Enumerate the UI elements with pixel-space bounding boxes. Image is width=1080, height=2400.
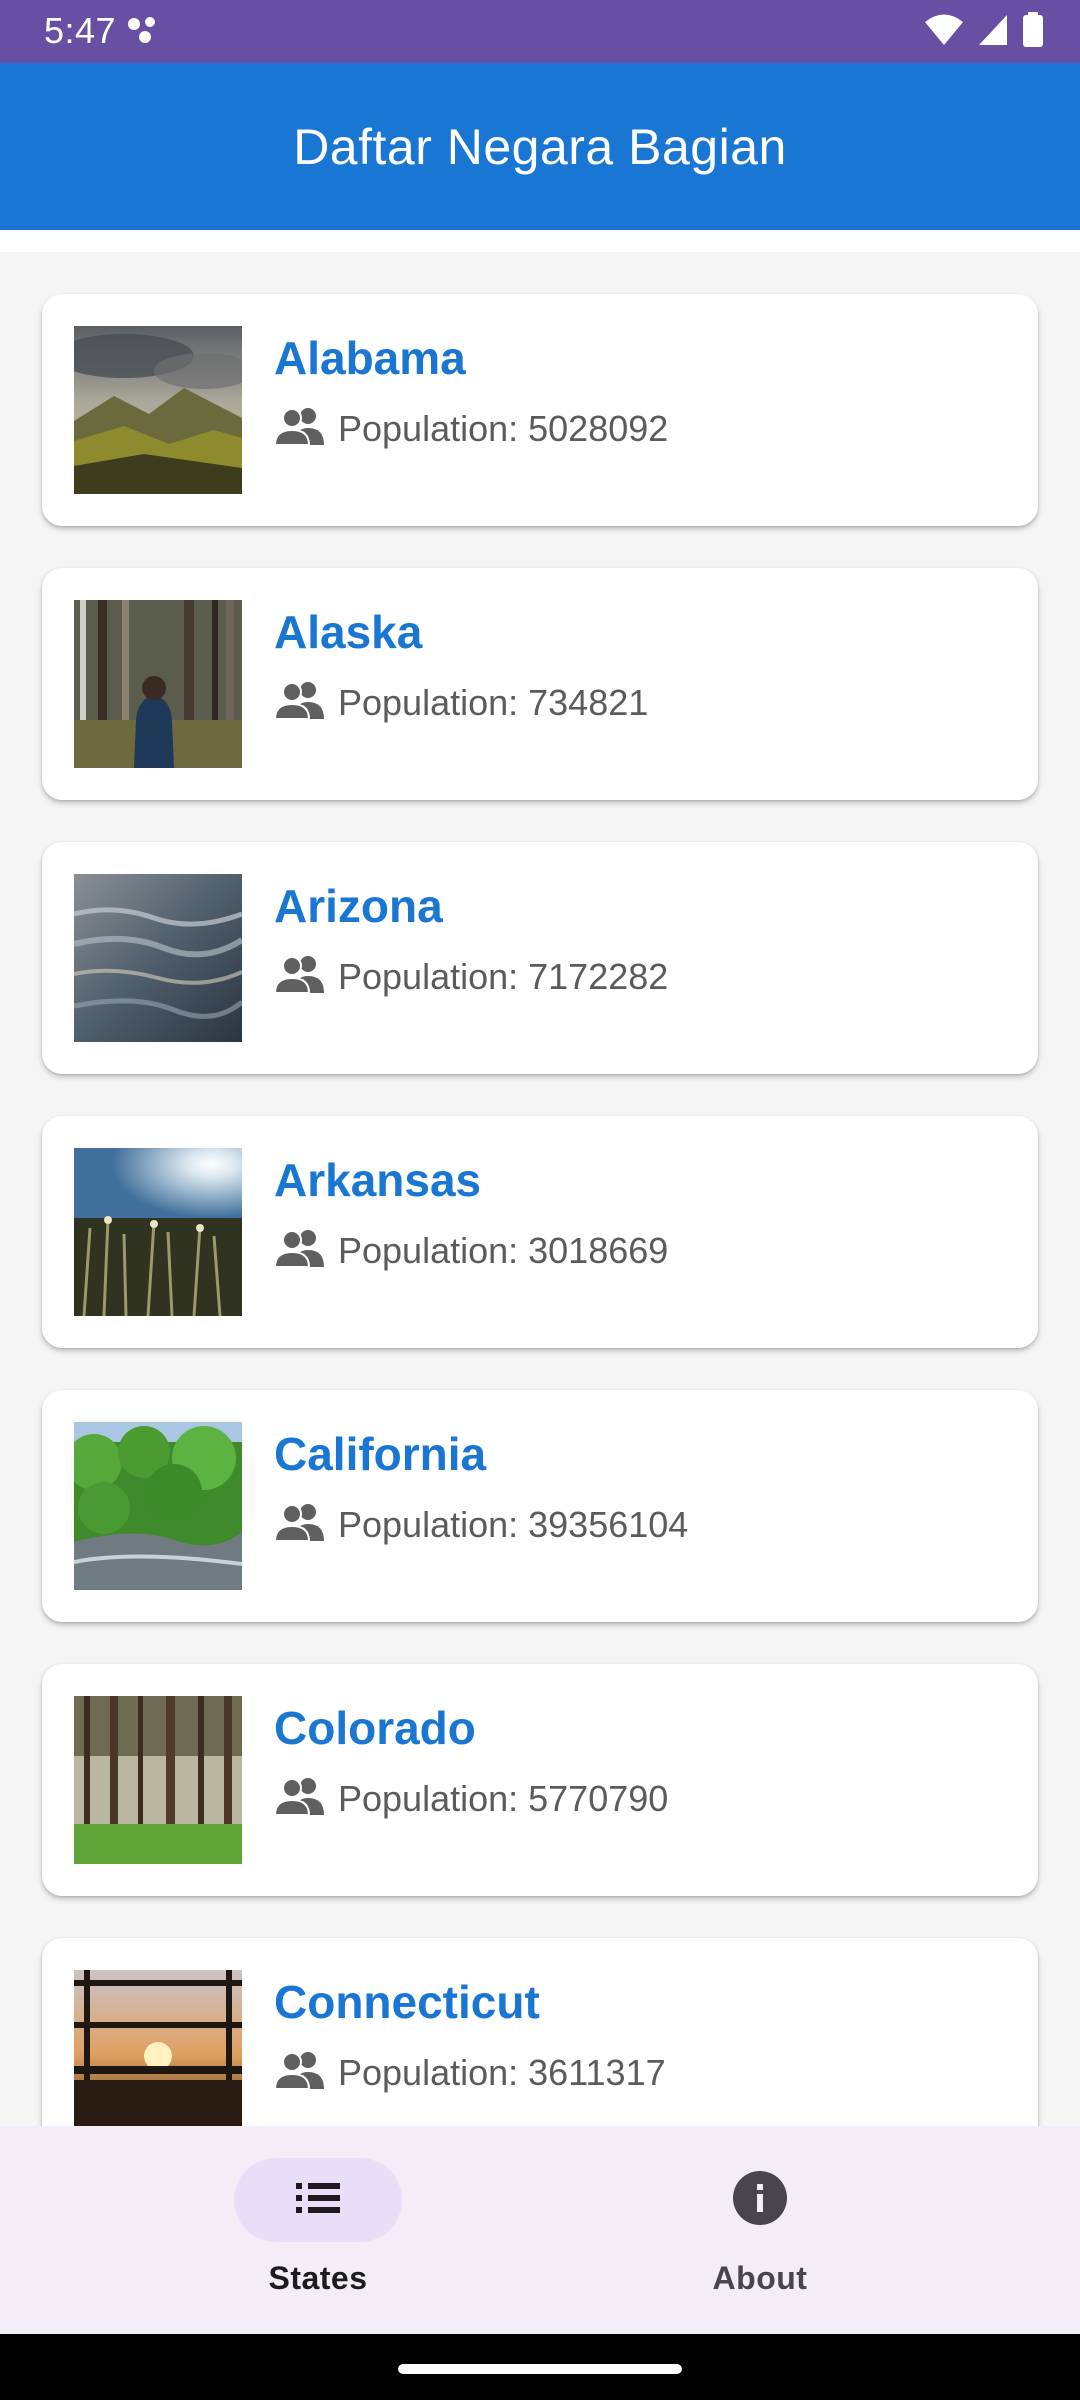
population-text: Population: 7172282 xyxy=(338,955,669,997)
state-card-colorado[interactable]: Colorado Population: 5770790 xyxy=(42,1664,1038,1896)
population-row: Population: 7172282 xyxy=(273,954,669,999)
notification-dots-icon xyxy=(126,14,162,51)
population-row: Population: 39356104 xyxy=(273,1502,689,1547)
population-row: Population: 3018669 xyxy=(273,1228,669,1273)
app-bar: Daftar Negara Bagian xyxy=(0,63,1080,230)
people-icon xyxy=(273,680,326,725)
state-card-alabama[interactable]: Alabama Population: 5028092 xyxy=(42,294,1038,526)
nav-icon-container[interactable] xyxy=(676,2158,844,2242)
people-icon xyxy=(273,406,326,451)
population-text: Population: 39356104 xyxy=(338,1503,689,1545)
people-icon xyxy=(273,2050,326,2095)
state-list[interactable]: Alabama Population: 5028092 Alaska Popul… xyxy=(0,252,1080,2126)
home-gesture-handle[interactable] xyxy=(398,2364,682,2374)
population-text: Population: 5028092 xyxy=(338,407,669,449)
state-name: Alaska xyxy=(274,606,423,658)
bottom-navigation: States About xyxy=(0,2126,1080,2334)
cell-signal-icon xyxy=(978,14,1008,51)
nav-item-about[interactable]: About xyxy=(490,2126,1030,2334)
state-card-alaska[interactable]: Alaska Population: 734821 xyxy=(42,568,1038,800)
green-river-photo xyxy=(74,1422,242,1590)
population-row: Population: 3611317 xyxy=(273,2050,666,2095)
state-name: Alabama xyxy=(274,332,466,384)
system-gesture-area xyxy=(0,2334,1080,2400)
people-icon xyxy=(273,954,326,999)
state-name: Arkansas xyxy=(274,1154,482,1206)
population-text: Population: 3018669 xyxy=(338,1229,669,1271)
info-icon xyxy=(732,2170,788,2231)
sunlit-grass-photo xyxy=(74,1148,242,1316)
state-card-california[interactable]: California Population: 39356104 xyxy=(42,1390,1038,1622)
population-row: Population: 5028092 xyxy=(273,406,669,451)
mountain-valley-photo xyxy=(74,326,242,494)
population-text: Population: 3611317 xyxy=(338,2051,666,2093)
people-icon xyxy=(273,1776,326,1821)
status-time: 5:47 xyxy=(44,10,117,51)
nav-label-about: About xyxy=(712,2260,808,2296)
wifi-icon xyxy=(924,13,964,52)
app-bar-divider xyxy=(0,230,1080,252)
forest-person-photo xyxy=(74,600,242,768)
population-row: Population: 734821 xyxy=(273,680,649,725)
status-bar: 5:47 xyxy=(0,0,1080,63)
page-title: Daftar Negara Bagian xyxy=(293,118,787,175)
sunset-window-photo xyxy=(74,1970,242,2126)
state-name: Colorado xyxy=(274,1702,476,1754)
state-card-arkansas[interactable]: Arkansas Population: 3018669 xyxy=(42,1116,1038,1348)
population-text: Population: 734821 xyxy=(338,681,649,723)
pine-forest-photo xyxy=(74,1696,242,1864)
list-icon xyxy=(294,2180,342,2221)
water-surface-photo xyxy=(74,874,242,1042)
battery-icon xyxy=(1022,12,1044,53)
state-card-connecticut[interactable]: Connecticut Population: 3611317 xyxy=(42,1938,1038,2126)
state-name: Arizona xyxy=(274,880,443,932)
population-text: Population: 5770790 xyxy=(338,1777,669,1819)
people-icon xyxy=(273,1228,326,1273)
nav-active-indicator[interactable] xyxy=(234,2158,402,2242)
population-row: Population: 5770790 xyxy=(273,1776,669,1821)
state-card-arizona[interactable]: Arizona Population: 7172282 xyxy=(42,842,1038,1074)
state-name: Connecticut xyxy=(274,1976,540,2028)
state-name: California xyxy=(274,1428,487,1480)
people-icon xyxy=(273,1502,326,1547)
